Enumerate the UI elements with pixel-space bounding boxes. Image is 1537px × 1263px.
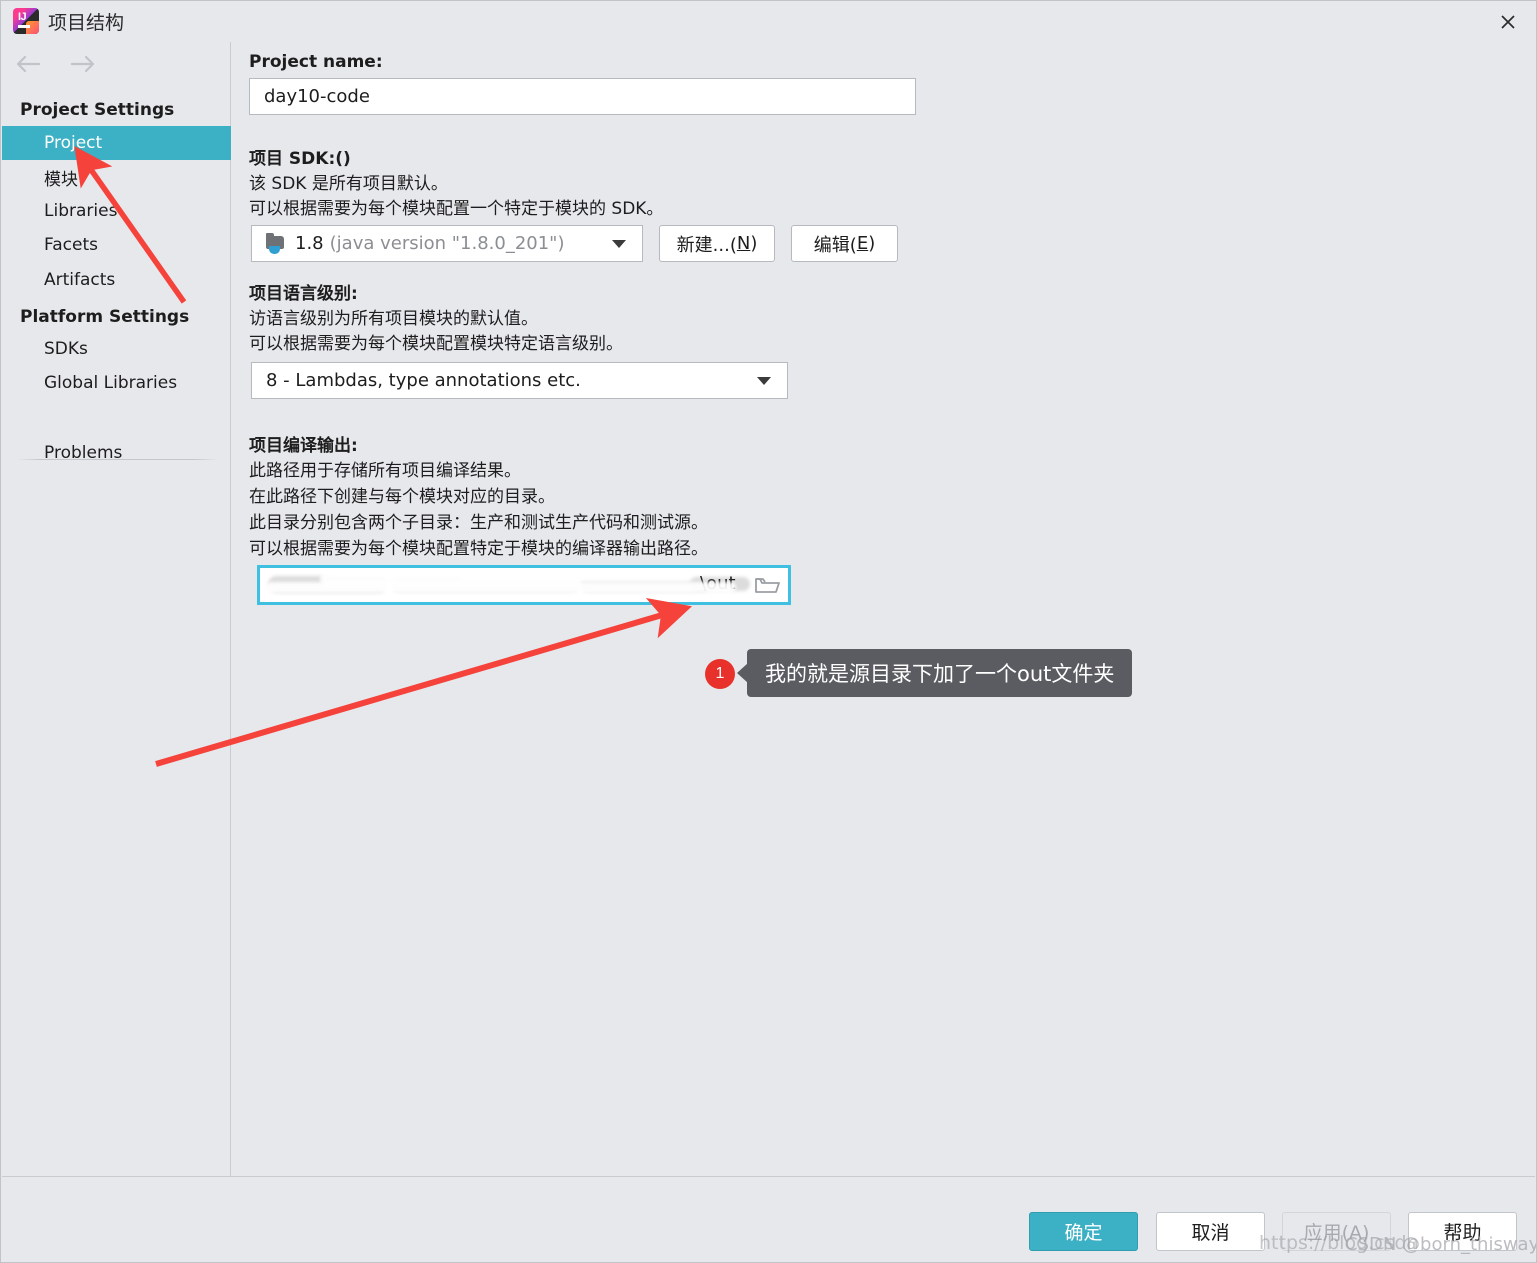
sidebar-item-project[interactable]: Project	[2, 126, 231, 160]
compiler-output-desc-1: 此路径用于存储所有项目编译结果。	[249, 461, 521, 481]
sidebar-item-global-libraries[interactable]: Global Libraries	[2, 366, 231, 400]
sidebar-item-artifacts[interactable]: Artifacts	[2, 263, 231, 297]
language-level-label: 项目语言级别:	[249, 284, 358, 304]
settings-sidebar: Project Settings Project 模块 Libraries Fa…	[2, 42, 231, 1179]
sidebar-group-platform-settings: Platform Settings	[20, 307, 190, 327]
sidebar-item-modules[interactable]: 模块	[2, 160, 231, 194]
project-structure-dialog: 项目结构 Project Settings Project 模块 Librari…	[0, 0, 1537, 1263]
compiler-output-desc-4: 可以根据需要为每个模块配置特定于模块的编译器输出路径。	[249, 539, 708, 559]
watermark-author: CSDN @born_thisway	[1345, 1234, 1537, 1255]
project-sdk-label: 项目 SDK:()	[249, 149, 351, 169]
annotation-badge-1: 1	[705, 659, 735, 689]
arrow-right-icon[interactable]	[67, 50, 99, 78]
compiler-output-desc-2: 在此路径下创建与每个模块对应的目录。	[249, 487, 555, 507]
language-level-desc-2: 可以根据需要为每个模块配置模块特定语言级别。	[249, 334, 623, 354]
arrow-left-icon[interactable]	[12, 50, 44, 78]
jdk-folder-icon	[266, 232, 286, 254]
compiler-output-label: 项目编译输出:	[249, 436, 358, 456]
project-sdk-desc-2: 可以根据需要为每个模块配置一个特定于模块的 SDK。	[249, 199, 664, 219]
sidebar-item-libraries[interactable]: Libraries	[2, 194, 231, 228]
sidebar-item-problems[interactable]: Problems	[2, 436, 231, 470]
chevron-down-icon	[757, 376, 771, 385]
close-icon[interactable]	[1480, 1, 1536, 42]
new-sdk-label-post: )	[750, 233, 758, 254]
project-name-input[interactable]: day10-code	[249, 78, 916, 115]
title-bar: 项目结构	[1, 1, 1536, 42]
project-sdk-version: 1.8	[295, 233, 324, 254]
project-name-label: Project name:	[249, 52, 383, 72]
compiler-output-desc-3: 此目录分别包含两个子目录：生产和测试生产代码和测试源。	[249, 513, 708, 533]
folder-open-icon[interactable]	[754, 574, 780, 596]
new-sdk-mnemonic: N	[736, 233, 751, 254]
project-sdk-desc-1: 该 SDK 是所有项目默认。	[249, 174, 448, 194]
chevron-down-icon	[612, 239, 626, 248]
sidebar-group-project-settings: Project Settings	[20, 100, 175, 120]
intellij-idea-logo-icon	[13, 8, 39, 34]
project-sdk-detail: (java version "1.8.0_201")	[329, 233, 565, 254]
navigation-arrows	[12, 50, 99, 78]
compiler-output-path-input[interactable]: hidden \out	[257, 565, 791, 605]
sidebar-item-sdks[interactable]: SDKs	[2, 332, 231, 366]
language-level-dropdown[interactable]: 8 - Lambdas, type annotations etc.	[251, 362, 788, 399]
new-sdk-button[interactable]: 新建...(N)	[659, 225, 775, 262]
new-sdk-label-pre: 新建...(	[676, 234, 737, 256]
window-title: 项目结构	[48, 12, 125, 34]
annotation-callout: 我的就是源目录下加了一个out文件夹	[747, 649, 1133, 697]
cancel-button[interactable]: 取消	[1156, 1212, 1265, 1251]
edit-sdk-mnemonic: E	[856, 233, 869, 254]
ok-button[interactable]: 确定	[1029, 1212, 1138, 1251]
language-level-desc-1: 访语言级别为所有项目模块的默认值。	[249, 309, 538, 329]
edit-sdk-label-post: )	[868, 233, 876, 254]
sidebar-item-facets[interactable]: Facets	[2, 228, 231, 262]
edit-sdk-button[interactable]: 编辑(E)	[791, 225, 898, 262]
edit-sdk-label-pre: 编辑(	[813, 234, 857, 256]
project-sdk-dropdown[interactable]: 1.8 (java version "1.8.0_201")	[251, 225, 643, 262]
project-settings-panel: Project name: day10-code 项目 SDK:() 该 SDK…	[232, 42, 1535, 1179]
language-level-value: 8 - Lambdas, type annotations etc.	[266, 370, 581, 391]
